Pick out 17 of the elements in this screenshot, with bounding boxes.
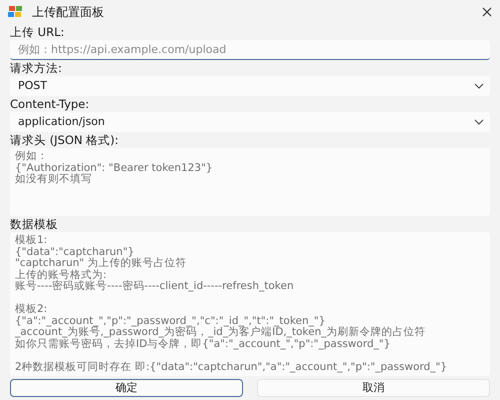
chevron-down-icon [474,83,484,89]
confirm-button[interactable]: 确定 [10,379,243,397]
field-label: 数据模板 [10,217,58,232]
url-input-field[interactable]: 例如：https://api.example.com/upload [10,40,490,60]
text-area-field[interactable]: 例如： {"Authorization": "Bearer token123"} 如没有则不填写 [10,148,490,216]
text-area-field[interactable]: 模板1: {"data":"captcharun"} "captcharun" 为上传的账号占位符 上传的账号格式为: 账号----密码或账号----密码----client_id-----refresh_token 模板2: {"a":"_account_","p":"_password_","c":"_id_","t":"_token_"} _account_为账号,_password_为密码，_id_为客户端ID,_token_为刷新令牌的占位符 如你只需账号密码，去掉ID与令牌，即{"a":"_account_","p":"_password_"} 2种数据模板可同时存在 即:{"data":"captcharun","a":"_account_","p":"_password_"} [10,232,490,376]
app-logo-icon [8,6,24,18]
field-label: 请求头 (JSON 格式): [10,133,119,148]
dropdown[interactable]: application/json [10,112,490,132]
field-label: 请求方法: [10,61,62,76]
dropdown[interactable]: POST [10,76,490,96]
field-label: Content-Type: [10,97,90,112]
cancel-button[interactable]: 取消 [257,379,490,397]
field-label: 上传 URL: [10,25,64,40]
close-icon[interactable] [482,7,492,17]
chevron-down-icon [474,119,484,125]
window-title: 上传配置面板 [32,4,104,21]
